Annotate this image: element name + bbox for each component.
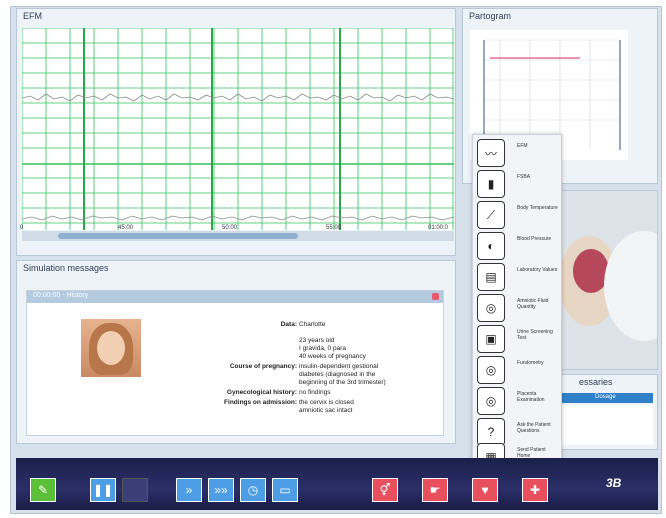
medications-panel: essaries Dosage [548, 374, 658, 450]
menu-item-label: EFM [517, 143, 528, 149]
efm-grid [21, 27, 455, 230]
menu-item-urine-screening[interactable]: ▣ Urine Screening Test [473, 323, 561, 353]
data-label: Data: [280, 321, 297, 328]
medications-title: essaries [579, 377, 613, 387]
efm-time-label: 0 [20, 225, 24, 231]
menu-item-label: Body Temperature [517, 205, 558, 211]
message-header: 00:00:00 - History [27, 291, 443, 303]
clock-icon: ◷ [247, 483, 259, 497]
urine-cup-icon: ▣ [477, 325, 505, 353]
patient-avatar [81, 319, 141, 377]
partogram-title: Partogram [469, 11, 512, 21]
efm-title: EFM [23, 11, 42, 21]
data-value: Charlotte [299, 321, 326, 328]
menu-item-amniotic-fluid[interactable]: ◎ Amniotic Fluid Quantity [473, 292, 561, 322]
stop-button[interactable] [122, 478, 148, 502]
medkit-button[interactable]: ✚ [522, 478, 548, 502]
menu-item-laboratory-values[interactable]: ▤ Laboratory Values [473, 261, 561, 291]
pelvis-model-illustration [549, 191, 657, 369]
measurement-menu: 〰 EFM ▮ FSBA ⟋ Body Temperature ◐ Blood … [472, 134, 562, 474]
faster-forward-button[interactable]: »» [208, 478, 234, 502]
efm-time-label: 01:00:0 [428, 225, 449, 231]
stethoscope-icon: ♥ [481, 483, 489, 497]
course-value-3: beginning of the 3rd trimester) [299, 379, 386, 386]
bed-icon: ▭ [279, 483, 291, 497]
wrench-button[interactable]: ✎ [30, 478, 56, 502]
clock-button[interactable]: ◷ [240, 478, 266, 502]
findings-label: Findings on admission: [224, 399, 297, 406]
menu-item-efm[interactable]: 〰 EFM [473, 137, 561, 167]
efm-time-label: 50:00 [222, 225, 238, 231]
wrench-icon: ✎ [37, 483, 49, 497]
efm-trace-area [21, 27, 455, 230]
menu-item-label: Laboratory Values [517, 267, 558, 273]
efm-scroll-thumb[interactable] [58, 233, 298, 239]
menu-item-body-temperature[interactable]: ⟋ Body Temperature [473, 199, 561, 229]
close-icon[interactable] [432, 293, 439, 300]
test-tube-icon: ▮ [477, 170, 505, 198]
efm-time-label: 45:00 [118, 225, 134, 231]
menu-item-label: FSBA [517, 174, 531, 180]
faster-forward-icon: »» [214, 483, 228, 497]
menu-item-label: Urine Screening Test [517, 329, 553, 341]
gravida-value: I gravida, 0 para [299, 345, 346, 352]
face-shape [97, 331, 125, 365]
blood-pressure-icon: ◐ [477, 232, 505, 260]
menu-item-blood-pressure[interactable]: ◐ Blood Pressure [473, 230, 561, 260]
age-value: 23 years old [299, 337, 335, 344]
message-header-label: 00:00:00 - History [33, 292, 89, 299]
menu-item-label: Fundometry [517, 360, 544, 366]
bottom-toolbar: ✎ ❚❚ » »» ◷ ▭ ⚥ ☛ ♥ ✚ 3B [16, 458, 658, 510]
birth-model-view[interactable] [548, 190, 658, 370]
dosage-column-header: Dosage [595, 394, 616, 400]
efm-time-label: 55:00 [326, 225, 342, 231]
hand-icon: ☛ [429, 483, 441, 497]
brand-logo: 3B [606, 476, 622, 490]
menu-item-placenta-examination[interactable]: ◎ Placenta Examination [473, 385, 561, 415]
gyn-label: Gynecological history: [226, 389, 297, 396]
menu-item-fsba[interactable]: ▮ FSBA [473, 168, 561, 198]
thermometer-icon: ⟋ [477, 201, 505, 229]
pause-icon: ❚❚ [92, 483, 114, 497]
medications-list [555, 405, 653, 445]
weeks-value: 40 weeks of pregnancy [299, 353, 366, 360]
ctg-wave-icon: 〰 [477, 139, 505, 167]
menu-item-label: Ask the Patient Questions [517, 422, 551, 434]
placenta-icon: ◎ [477, 387, 505, 415]
simulation-title: Simulation messages [23, 263, 109, 273]
course-label: Course of pregnancy: [229, 363, 297, 370]
fast-forward-icon: » [185, 483, 193, 497]
efm-scrollbar[interactable] [22, 231, 454, 241]
menu-item-label: Placenta Examination [517, 391, 545, 403]
fundometry-icon: ◎ [477, 356, 505, 384]
pause-button[interactable]: ❚❚ [90, 478, 116, 502]
menu-item-fundometry[interactable]: ◎ Fundometry [473, 354, 561, 384]
fast-forward-button[interactable]: » [176, 478, 202, 502]
stethoscope-button[interactable]: ♥ [472, 478, 498, 502]
history-message-card: 00:00:00 - History Data: Charlotte 23 ye… [26, 290, 444, 436]
menu-item-label: Amniotic Fluid Quantity [517, 298, 549, 310]
course-value-2: diabetes (diagnosed in the [299, 371, 376, 378]
menu-item-label: Blood Pressure [517, 236, 552, 242]
course-value-1: insulin-dependent gestional [299, 363, 379, 370]
ultrasound-icon: ◎ [477, 294, 505, 322]
medications-header-row: Dosage [555, 393, 653, 403]
gyn-value: no findings [299, 389, 331, 396]
clipboard-icon: ▤ [477, 263, 505, 291]
findings-value-2: amniotic sac intact [299, 407, 353, 414]
findings-value-1: the cervix is closed [299, 399, 354, 406]
medkit-icon: ✚ [529, 483, 541, 497]
people-icon: ⚥ [379, 483, 391, 497]
people-button[interactable]: ⚥ [372, 478, 398, 502]
hand-button[interactable]: ☛ [422, 478, 448, 502]
bed-button[interactable]: ▭ [272, 478, 298, 502]
